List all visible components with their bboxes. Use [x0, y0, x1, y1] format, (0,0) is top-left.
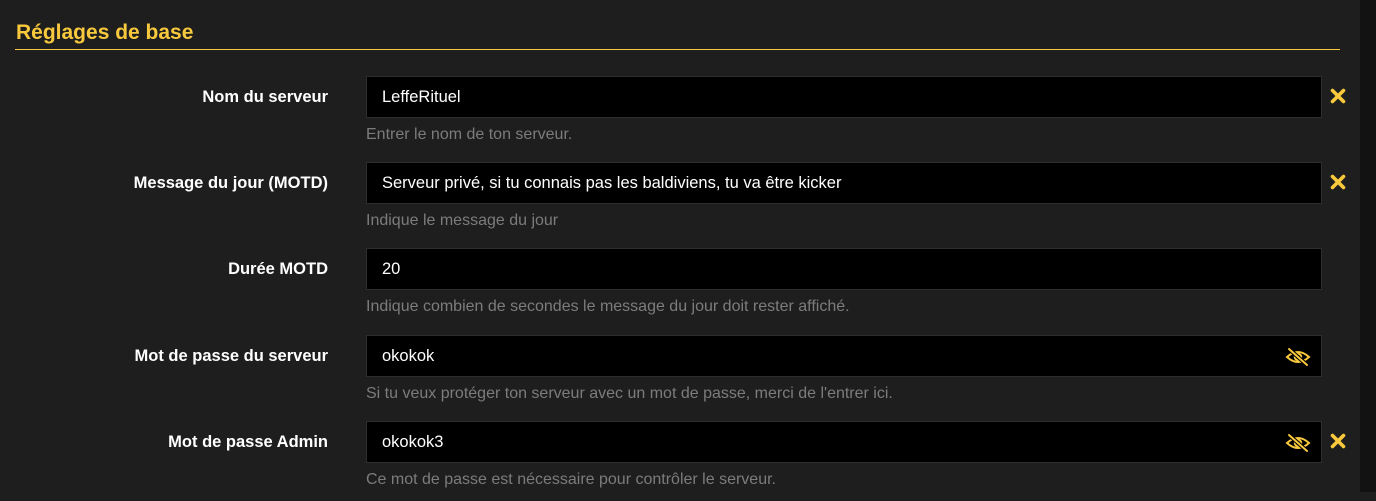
admin-password-label: Mot de passe Admin — [168, 433, 328, 451]
server-name-label: Nom du serveur — [202, 88, 328, 106]
clear-icon[interactable] — [1330, 88, 1346, 104]
server-password-help: Si tu veux protéger ton serveur avec un … — [366, 385, 893, 402]
server-password-value: okokok — [382, 347, 435, 365]
scrollbar[interactable] — [1360, 0, 1376, 492]
motd-input[interactable]: Serveur privé, si tu connais pas les bal… — [366, 162, 1322, 204]
section-divider — [15, 49, 1340, 50]
server-password-label: Mot de passe du serveur — [134, 347, 328, 365]
section-title: Réglages de base — [16, 21, 194, 44]
admin-password-help: Ce mot de passe est nécessaire pour cont… — [366, 471, 776, 488]
motd-duration-input[interactable]: 20 — [366, 248, 1322, 290]
server-password-input[interactable]: okokok — [366, 335, 1322, 377]
motd-duration-label: Durée MOTD — [228, 260, 328, 278]
setting-row-motd-duration: Durée MOTD 20 Indique combien de seconde… — [0, 248, 1360, 328]
motd-duration-help: Indique combien de secondes le message d… — [366, 298, 850, 315]
eye-slash-icon[interactable] — [1285, 433, 1311, 453]
motd-label: Message du jour (MOTD) — [133, 174, 328, 192]
admin-password-input[interactable]: okokok3 — [366, 421, 1322, 463]
eye-slash-icon[interactable] — [1285, 347, 1311, 367]
motd-duration-value: 20 — [382, 260, 401, 278]
server-name-help: Entrer le nom de ton serveur. — [366, 126, 573, 143]
setting-row-server-password: Mot de passe du serveur okokok Si tu veu… — [0, 335, 1360, 415]
setting-row-admin-password: Mot de passe Admin okokok3 Ce mot de pas… — [0, 421, 1360, 501]
setting-row-motd: Message du jour (MOTD) Serveur privé, si… — [0, 162, 1360, 242]
server-name-input[interactable]: LeffeRituel — [366, 76, 1322, 118]
setting-row-server-name: Nom du serveur LeffeRituel Entrer le nom… — [0, 76, 1360, 156]
motd-value: Serveur privé, si tu connais pas les bal… — [382, 174, 842, 192]
clear-icon[interactable] — [1330, 174, 1346, 190]
server-name-value: LeffeRituel — [382, 88, 461, 106]
motd-help: Indique le message du jour — [366, 212, 559, 229]
clear-icon[interactable] — [1330, 433, 1346, 449]
admin-password-value: okokok3 — [382, 433, 444, 451]
